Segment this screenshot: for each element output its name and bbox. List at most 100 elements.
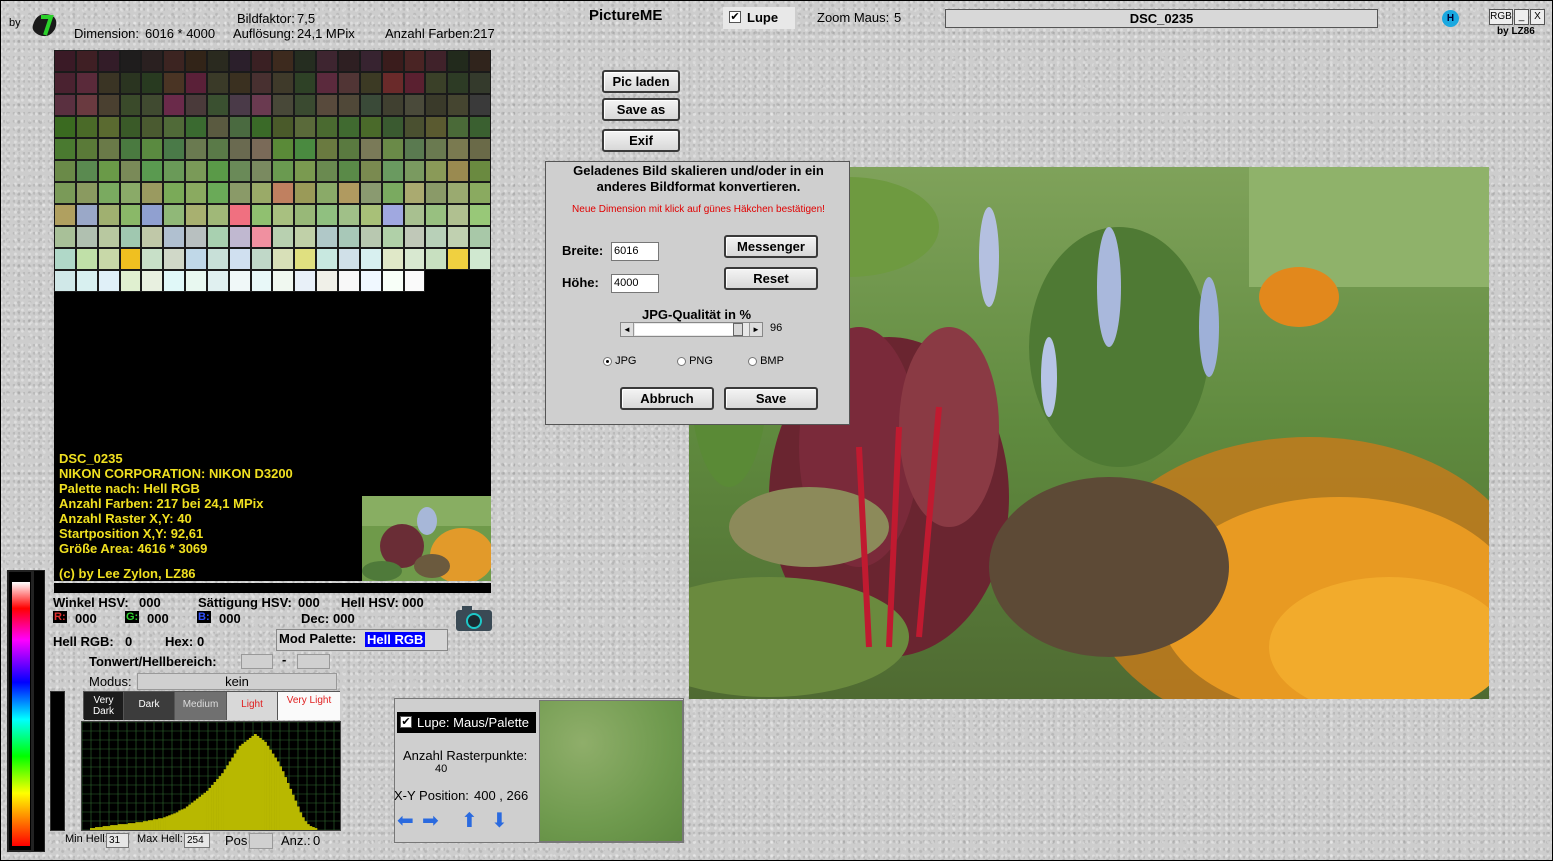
- palette-swatch[interactable]: [381, 248, 404, 270]
- palette-swatch[interactable]: [54, 182, 76, 204]
- palette-swatch[interactable]: [447, 160, 470, 182]
- palette-swatch[interactable]: [447, 138, 470, 160]
- palette-swatch[interactable]: [206, 116, 229, 138]
- palette-swatch[interactable]: [185, 138, 207, 160]
- radio-png-icon[interactable]: [677, 356, 686, 366]
- palette-swatch[interactable]: [141, 204, 164, 226]
- format-jpg-radio[interactable]: JPG: [603, 355, 636, 367]
- palette-swatch[interactable]: [469, 204, 491, 226]
- palette-swatch[interactable]: [403, 72, 426, 94]
- palette-swatch[interactable]: [54, 72, 76, 94]
- palette-swatch[interactable]: [316, 248, 338, 270]
- palette-swatch[interactable]: [250, 72, 273, 94]
- color-spectrum-strip[interactable]: [7, 570, 33, 852]
- palette-swatch[interactable]: [119, 204, 142, 226]
- palette-swatch[interactable]: [119, 138, 142, 160]
- palette-swatch[interactable]: [206, 204, 229, 226]
- palette-swatch[interactable]: [97, 182, 120, 204]
- palette-swatch[interactable]: [185, 116, 207, 138]
- palette-swatch[interactable]: [294, 226, 317, 248]
- palette-swatch[interactable]: [228, 248, 251, 270]
- pic-laden-button[interactable]: Pic laden: [602, 70, 680, 93]
- save-button[interactable]: Save: [724, 387, 818, 410]
- palette-swatch[interactable]: [163, 94, 186, 116]
- palette-swatch[interactable]: [54, 270, 76, 292]
- palette-swatch[interactable]: [206, 182, 229, 204]
- palette-swatch[interactable]: [359, 138, 382, 160]
- palette-swatch[interactable]: [425, 248, 448, 270]
- palette-swatch[interactable]: [294, 160, 317, 182]
- palette-swatch[interactable]: [97, 72, 120, 94]
- palette-swatch[interactable]: [75, 138, 98, 160]
- palette-swatch[interactable]: [75, 248, 98, 270]
- palette-swatch[interactable]: [447, 248, 470, 270]
- palette-swatch[interactable]: [425, 204, 448, 226]
- palette-swatch[interactable]: [337, 182, 360, 204]
- brightness-strip[interactable]: [33, 570, 45, 852]
- palette-swatch[interactable]: [97, 204, 120, 226]
- palette-swatch[interactable]: [294, 182, 317, 204]
- palette-swatch[interactable]: [228, 204, 251, 226]
- palette-swatch[interactable]: [250, 138, 273, 160]
- palette-swatch[interactable]: [163, 226, 186, 248]
- palette-swatch[interactable]: [250, 226, 273, 248]
- palette-swatch[interactable]: [294, 204, 317, 226]
- palette-swatch[interactable]: [97, 248, 120, 270]
- palette-swatch[interactable]: [294, 116, 317, 138]
- format-png-radio[interactable]: PNG: [677, 355, 713, 367]
- palette-swatch[interactable]: [119, 160, 142, 182]
- palette-swatch[interactable]: [425, 226, 448, 248]
- palette-swatch[interactable]: [97, 94, 120, 116]
- slider-left-arrow-icon[interactable]: ◄: [621, 323, 634, 336]
- palette-swatch[interactable]: [272, 160, 295, 182]
- lupe-toggle[interactable]: ✔ Lupe: [723, 7, 795, 29]
- palette-swatch[interactable]: [272, 72, 295, 94]
- palette-swatch[interactable]: [381, 50, 404, 72]
- palette-swatch[interactable]: [163, 72, 186, 94]
- palette-swatch[interactable]: [337, 50, 360, 72]
- palette-swatch[interactable]: [337, 204, 360, 226]
- palette-swatch[interactable]: [141, 248, 164, 270]
- palette-swatch[interactable]: [228, 226, 251, 248]
- palette-swatch[interactable]: [381, 160, 404, 182]
- palette-swatch[interactable]: [359, 226, 382, 248]
- palette-swatch[interactable]: [272, 94, 295, 116]
- palette-swatch[interactable]: [359, 94, 382, 116]
- max-hell-field[interactable]: 254: [184, 833, 210, 848]
- palette-swatch[interactable]: [185, 204, 207, 226]
- pos-field[interactable]: [249, 833, 273, 849]
- arrow-left-icon[interactable]: ⬅: [397, 811, 417, 832]
- palette-swatch[interactable]: [250, 160, 273, 182]
- palette-swatch[interactable]: [119, 270, 142, 292]
- palette-swatch[interactable]: [447, 226, 470, 248]
- palette-swatch[interactable]: [425, 72, 448, 94]
- palette-swatch[interactable]: [316, 182, 338, 204]
- palette-swatch[interactable]: [337, 270, 360, 292]
- palette-swatch[interactable]: [403, 182, 426, 204]
- tone-very-dark-button[interactable]: Very Dark: [84, 692, 124, 720]
- palette-swatch[interactable]: [294, 248, 317, 270]
- arrow-right-icon[interactable]: ➡: [422, 811, 442, 832]
- palette-swatch[interactable]: [272, 138, 295, 160]
- palette-swatch[interactable]: [185, 160, 207, 182]
- palette-swatch[interactable]: [337, 248, 360, 270]
- lupe-mode-toggle[interactable]: ✔ Lupe: Maus/Palette: [397, 712, 536, 733]
- palette-swatch[interactable]: [316, 270, 338, 292]
- palette-swatch[interactable]: [250, 94, 273, 116]
- palette-swatch[interactable]: [381, 182, 404, 204]
- palette-swatch[interactable]: [75, 72, 98, 94]
- arrow-up-icon[interactable]: ⬆: [461, 811, 481, 832]
- rgb-button[interactable]: RGB: [1489, 9, 1513, 25]
- palette-swatch[interactable]: [381, 226, 404, 248]
- palette-swatch[interactable]: [54, 204, 76, 226]
- palette-swatch[interactable]: [163, 248, 186, 270]
- palette-swatch[interactable]: [359, 72, 382, 94]
- palette-swatch[interactable]: [272, 270, 295, 292]
- palette-swatch[interactable]: [272, 248, 295, 270]
- slider-right-arrow-icon[interactable]: ►: [749, 323, 762, 336]
- palette-swatch[interactable]: [228, 116, 251, 138]
- tone-medium-button[interactable]: Medium: [175, 692, 227, 720]
- hue-gradient[interactable]: [12, 582, 30, 846]
- palette-swatch[interactable]: [185, 72, 207, 94]
- palette-swatch[interactable]: [75, 160, 98, 182]
